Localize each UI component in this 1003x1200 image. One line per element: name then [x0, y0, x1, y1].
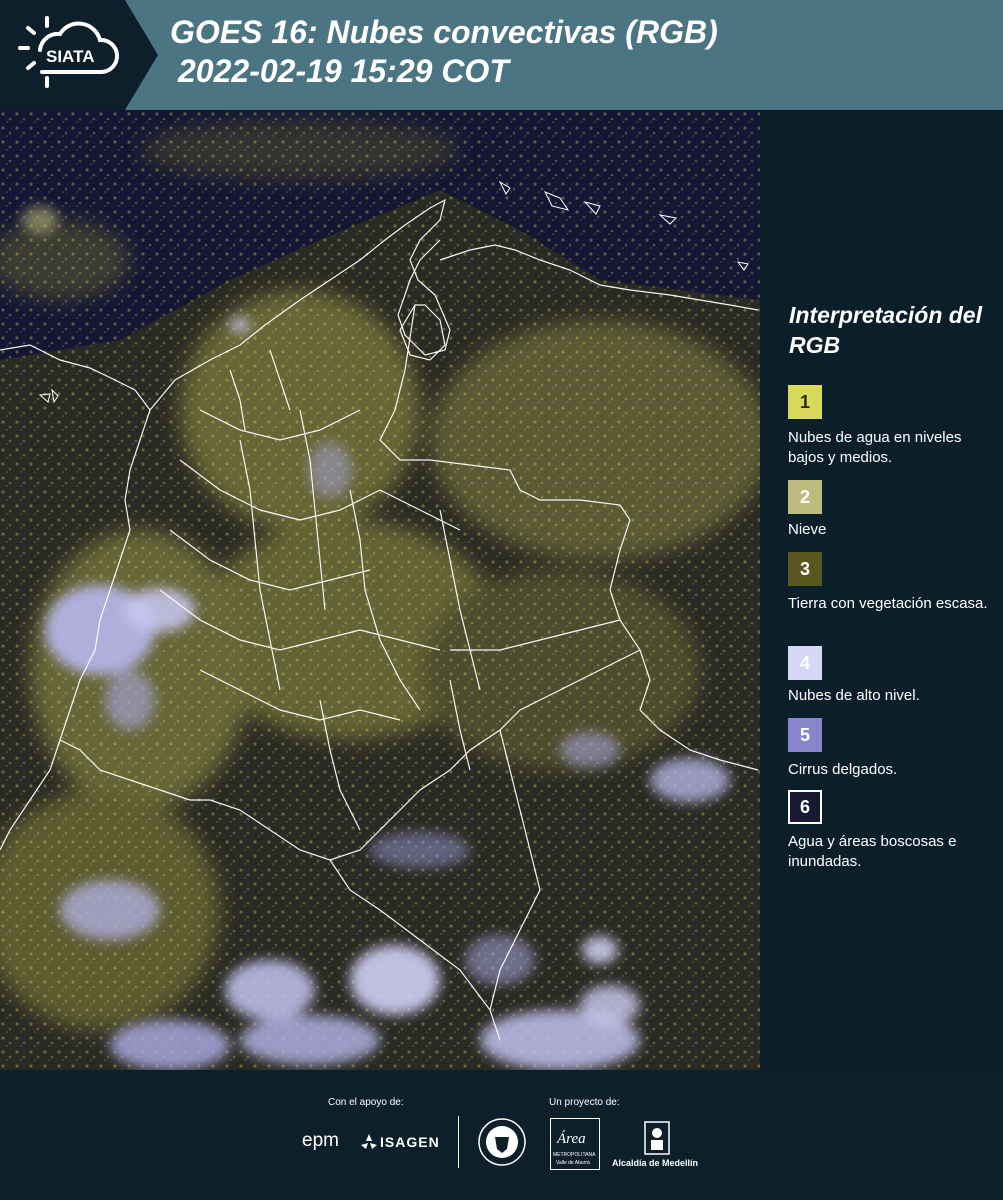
- legend-swatch-4: 4: [788, 646, 822, 680]
- satellite-map-image: [0, 110, 760, 1070]
- medellin-seal-icon: [477, 1117, 527, 1167]
- legend-swatch-3: 3: [788, 552, 822, 586]
- legend-title: Interpretación del RGB: [789, 302, 982, 358]
- isagen-icon: [360, 1133, 378, 1151]
- legend-swatch-6: 6: [788, 790, 822, 824]
- project-label: Un proyecto de:: [549, 1097, 620, 1108]
- legend-swatch-2: 2: [788, 480, 822, 514]
- area-logo-text: Área: [557, 1131, 586, 1147]
- legend-number-6: 6: [799, 796, 810, 817]
- footer-divider: [458, 1116, 459, 1168]
- legend-number-4: 4: [799, 652, 810, 673]
- legend-number-1: 1: [799, 391, 810, 412]
- legend-number-3: 3: [799, 558, 810, 579]
- area-metropolitana-logo: Área METROPOLITANA Valle de Aburrá: [550, 1118, 600, 1170]
- legend-label-4: Nubes de alto nivel.: [788, 687, 920, 704]
- legend-number-5: 5: [799, 724, 810, 745]
- footer: Con el apoyo de: Un proyecto de: epm ISA…: [0, 1070, 1003, 1200]
- legend-panel: Interpretación del RGB 1 Nubes de agua e…: [762, 110, 1003, 1070]
- satellite-map: [0, 110, 760, 1070]
- area-logo-sub2: Valle de Aburrá: [556, 1160, 590, 1166]
- legend-label-5: Cirrus delgados.: [788, 761, 898, 778]
- svg-text:SIATA: SIATA: [46, 47, 94, 66]
- isagen-logo: ISAGEN: [380, 1134, 440, 1150]
- support-label: Con el apoyo de:: [328, 1097, 404, 1108]
- page-title: GOES 16: Nubes convectivas (RGB): [170, 14, 718, 50]
- legend-number-2: 2: [799, 486, 810, 507]
- siata-logo: SIATA: [0, 0, 160, 110]
- alcaldia-label: Alcaldía de Medellín: [612, 1158, 699, 1168]
- legend-swatch-5: 5: [788, 718, 822, 752]
- legend-label-6: Agua y áreas boscosas e inundadas.: [788, 833, 957, 870]
- area-logo-sub: METROPOLITANA: [553, 1152, 596, 1158]
- legend-label-2: Nieve: [788, 521, 827, 538]
- epm-logo: epm: [302, 1130, 339, 1151]
- alcaldia-shield-icon: [643, 1120, 671, 1156]
- legend-label-1: Nubes de agua en niveles bajos y medios.: [788, 429, 962, 466]
- timestamp: 2022-02-19 15:29 COT: [178, 53, 509, 89]
- legend-label-3: Tierra con vegetación escasa.: [788, 595, 988, 612]
- legend-swatch-1: 1: [788, 385, 822, 419]
- header: SIATA GOES 16: Nubes convectivas (RGB) 2…: [0, 0, 1003, 110]
